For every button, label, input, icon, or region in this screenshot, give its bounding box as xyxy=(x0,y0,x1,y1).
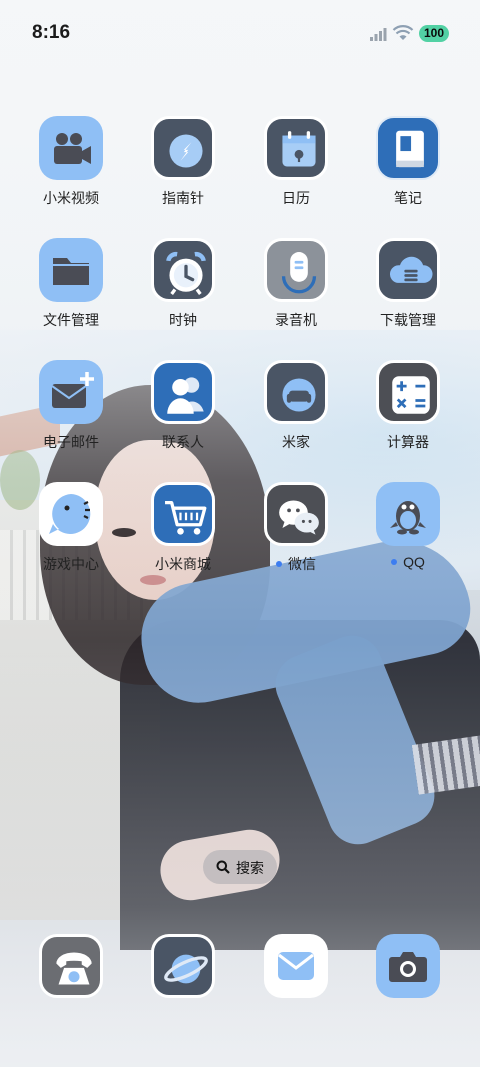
video-camera-icon xyxy=(39,116,103,180)
new-indicator-dot xyxy=(276,561,282,568)
status-time: 8:16 xyxy=(32,22,71,43)
search-icon xyxy=(216,860,230,874)
app-label: 小米视频 xyxy=(43,190,99,206)
app-label: 指南针 xyxy=(162,190,204,206)
contacts-icon xyxy=(151,360,215,424)
envelope-plus-icon xyxy=(39,360,103,424)
mail-icon xyxy=(264,934,328,998)
status-bar: 8:16 100 xyxy=(0,0,480,66)
cloud-download-icon xyxy=(376,238,440,302)
battery-indicator: 100 xyxy=(419,25,449,42)
chat-bubble-face-icon xyxy=(39,482,103,546)
new-indicator-dot xyxy=(391,559,398,566)
calendar-icon xyxy=(264,116,328,180)
app-label-text: QQ xyxy=(403,554,425,570)
app-label: 游戏中心 xyxy=(43,556,99,572)
sofa-icon xyxy=(264,360,328,424)
shopping-cart-icon xyxy=(151,482,215,546)
penguin-icon xyxy=(376,482,440,546)
app-label: 微信 xyxy=(248,554,344,574)
app-label: 笔记 xyxy=(394,190,422,206)
cellular-signal-icon xyxy=(370,28,387,41)
folder-icon xyxy=(39,238,103,302)
app-label: QQ xyxy=(360,554,456,570)
app-label-text: 微信 xyxy=(288,556,316,572)
alarm-clock-icon xyxy=(151,238,215,302)
wechat-icon xyxy=(264,482,328,546)
app-label: 小米商城 xyxy=(155,556,211,572)
app-label: 文件管理 xyxy=(43,312,99,328)
notebook-icon xyxy=(376,116,440,180)
app-label: 录音机 xyxy=(275,312,317,328)
app-label: 电子邮件 xyxy=(43,434,99,450)
app-label: 联系人 xyxy=(162,434,204,450)
camera-icon xyxy=(376,934,440,998)
app-label: 日历 xyxy=(282,190,310,206)
microphone-icon xyxy=(264,238,328,302)
search-button[interactable]: 搜索 xyxy=(203,850,277,884)
compass-icon xyxy=(151,116,215,180)
calculator-icon xyxy=(376,360,440,424)
app-label: 时钟 xyxy=(169,312,197,328)
app-label: 计算器 xyxy=(387,434,429,450)
telephone-icon xyxy=(39,934,103,998)
wifi-icon xyxy=(392,25,414,40)
planet-browser-icon xyxy=(151,934,215,998)
app-label: 米家 xyxy=(282,434,310,450)
search-label: 搜索 xyxy=(236,860,264,876)
app-label: 下载管理 xyxy=(380,312,436,328)
